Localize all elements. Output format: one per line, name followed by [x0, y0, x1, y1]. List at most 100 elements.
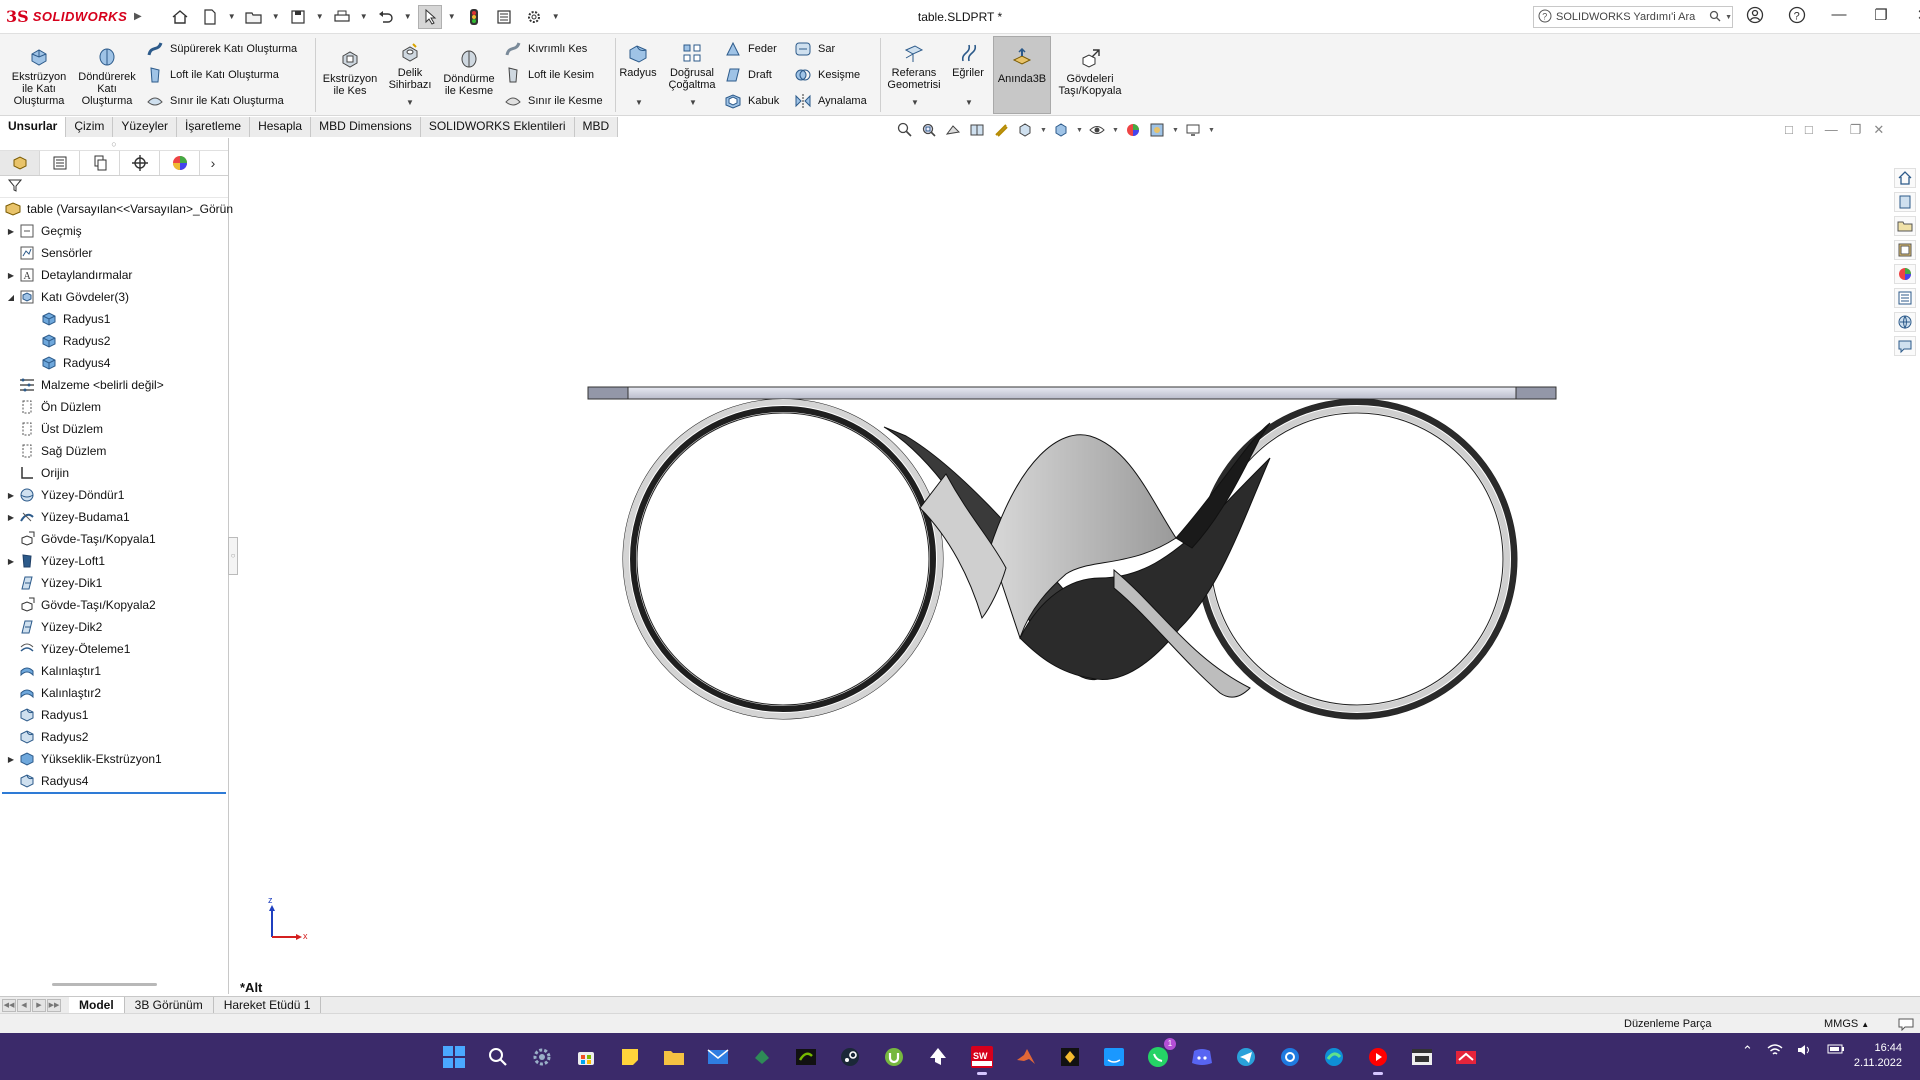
tree-item[interactable]: Radyus1 [0, 308, 228, 330]
search-dropdown-icon[interactable]: ▼ [1725, 14, 1732, 21]
select-dropdown-icon[interactable]: ▼ [448, 12, 456, 21]
model-view[interactable] [230, 138, 1890, 996]
start-icon[interactable] [438, 1041, 470, 1073]
nvidia-icon[interactable] [790, 1041, 822, 1073]
tree-item[interactable]: Yüzey-Öteleme1 [0, 638, 228, 660]
matlab-icon[interactable] [1010, 1041, 1042, 1073]
open-folder-icon[interactable] [242, 5, 266, 29]
binance-icon[interactable] [1054, 1041, 1086, 1073]
home-icon[interactable] [168, 5, 192, 29]
viewport-pane-right-icon[interactable]: □ [1805, 122, 1813, 138]
viewport-pane-left-icon[interactable]: □ [1785, 122, 1793, 138]
tree-item[interactable]: Yüzey-Dik1 [0, 572, 228, 594]
tree-item[interactable]: Ön Düzlem [0, 396, 228, 418]
search-icon[interactable] [482, 1041, 514, 1073]
new-dropdown-icon[interactable]: ▼ [228, 12, 236, 21]
tree-item[interactable]: ▶ Geçmiş [0, 220, 228, 242]
tree-item[interactable]: Yüzey-Dik2 [0, 616, 228, 638]
solidworks-forum-icon[interactable] [1894, 312, 1916, 332]
expand-arrow-icon[interactable]: ▶ [4, 491, 18, 500]
featuremanager-tab[interactable] [0, 151, 40, 175]
expand-arrow-icon[interactable]: ▶ [4, 513, 18, 522]
first-tab-arrow-icon[interactable]: ◀◀ [2, 998, 16, 1012]
fillet-button[interactable]: Radyus [618, 42, 658, 79]
unit-system-selector[interactable]: MMGS ▲ [1824, 1018, 1869, 1030]
user-account-icon[interactable] [1744, 6, 1766, 28]
loft-boss-button[interactable]: Loft ile Katı Oluşturma [146, 66, 279, 84]
custom-properties-icon[interactable] [1894, 288, 1916, 308]
solidworks-icon[interactable]: SW [966, 1041, 998, 1075]
prev-tab-arrow-icon[interactable]: ◀ [17, 998, 31, 1012]
previous-view-icon[interactable] [944, 121, 962, 139]
curves-dropdown-icon[interactable]: ▼ [965, 98, 973, 107]
solidworks-resources-icon[interactable] [1894, 168, 1916, 188]
tab-mbd[interactable]: MBD [574, 117, 619, 137]
displaymanager-tab[interactable] [160, 151, 200, 175]
tree-item[interactable]: Radyus2 [0, 330, 228, 352]
view-orientation-icon[interactable] [1016, 121, 1034, 139]
wifi-icon[interactable] [1767, 1043, 1783, 1060]
panel-collapse-handle[interactable]: ○ [228, 537, 238, 575]
tree-item[interactable]: Radyus4 [0, 770, 228, 792]
collapse-arrow-icon[interactable]: ◢ [4, 293, 18, 302]
undo-dropdown-icon[interactable]: ▼ [404, 12, 412, 21]
settings-icon[interactable] [526, 1041, 558, 1073]
expand-arrow-icon[interactable]: ▶ [4, 227, 18, 236]
search-magnifier-icon[interactable] [1709, 10, 1721, 25]
reference-geometry-dropdown-icon[interactable]: ▼ [911, 98, 919, 107]
graphics-area[interactable] [230, 138, 1890, 996]
undo-icon[interactable] [374, 5, 398, 29]
terminal-icon[interactable] [1406, 1041, 1438, 1073]
last-tab-arrow-icon[interactable]: ▶▶ [47, 998, 61, 1012]
save-dropdown-icon[interactable]: ▼ [316, 12, 324, 21]
left-loop-body[interactable] [622, 398, 944, 720]
tree-item[interactable]: Gövde-Taşı/Kopyala1 [0, 528, 228, 550]
tab-surfaces[interactable]: Yüzeyler [113, 117, 178, 137]
right-loop-body[interactable] [1196, 398, 1518, 720]
display-style-icon[interactable] [1052, 121, 1070, 139]
battery-icon[interactable] [1827, 1043, 1845, 1060]
view-settings-icon[interactable] [1184, 121, 1202, 139]
instant3d-button[interactable]: Anında3B [994, 48, 1050, 85]
close-icon[interactable]: ✕ [1912, 6, 1920, 28]
explorer-icon[interactable] [658, 1041, 690, 1073]
tree-item[interactable]: ◢ Katı Gövdeler(3) [0, 286, 228, 308]
notes-icon[interactable] [614, 1041, 646, 1073]
tree-root-part[interactable]: table (Varsayılan<<Varsayılan>_Görün [0, 198, 233, 220]
mirror-button[interactable]: Aynalama [794, 92, 867, 110]
tree-item[interactable]: Orijin [0, 462, 228, 484]
tab-markup[interactable]: İşaretleme [177, 117, 251, 137]
options-dropdown-icon[interactable]: ▼ [552, 12, 560, 21]
zoom-to-area-icon[interactable] [920, 121, 938, 139]
tab-features[interactable]: Unsurlar [0, 117, 67, 137]
extrude-boss-button[interactable]: Ekstrüzyon ile Katı Oluşturma [8, 46, 70, 107]
tray-overflow-chevron-icon[interactable]: ⌃ [1742, 1043, 1753, 1060]
zoom-to-fit-icon[interactable] [896, 121, 914, 139]
minimize-icon[interactable]: — [1828, 6, 1850, 28]
revolve-cut-button[interactable]: Döndürme ile Kesme [440, 48, 498, 97]
apply-scene-dropdown-icon[interactable]: ▼ [1172, 127, 1179, 134]
save-icon[interactable] [286, 5, 310, 29]
restore-icon[interactable]: ❐ [1870, 6, 1892, 28]
feedback-icon[interactable] [1894, 336, 1916, 356]
boundary-boss-button[interactable]: Sınır ile Katı Oluşturma [146, 92, 284, 110]
tree-item[interactable]: ▶ Yükseklik-Ekstrüzyon1 [0, 748, 228, 770]
whatsapp-icon[interactable]: 1 [1142, 1038, 1176, 1073]
help-search[interactable]: ? ▼ [1533, 6, 1733, 28]
next-tab-arrow-icon[interactable]: ▶ [32, 998, 46, 1012]
dynamic-annotation-icon[interactable] [992, 121, 1010, 139]
expand-arrow-icon[interactable]: ▶ [4, 557, 18, 566]
expand-arrow-icon[interactable]: ▶ [4, 755, 18, 764]
file-properties-icon[interactable] [492, 5, 516, 29]
tree-item[interactable]: Gövde-Taşı/Kopyala2 [0, 594, 228, 616]
table-top-plate[interactable] [587, 386, 1557, 400]
prime-video-icon[interactable] [1098, 1041, 1130, 1073]
utorrent-icon[interactable] [878, 1041, 910, 1073]
hide-show-dropdown-icon[interactable]: ▼ [1112, 127, 1119, 134]
view-palette-icon[interactable] [1894, 240, 1916, 260]
inkscape-icon[interactable] [922, 1041, 954, 1073]
youtube-icon[interactable] [1362, 1041, 1394, 1075]
telegram-icon[interactable] [1230, 1041, 1262, 1073]
edge-icon[interactable] [1318, 1041, 1350, 1073]
menu-expand-icon[interactable]: ▶ [134, 11, 142, 22]
